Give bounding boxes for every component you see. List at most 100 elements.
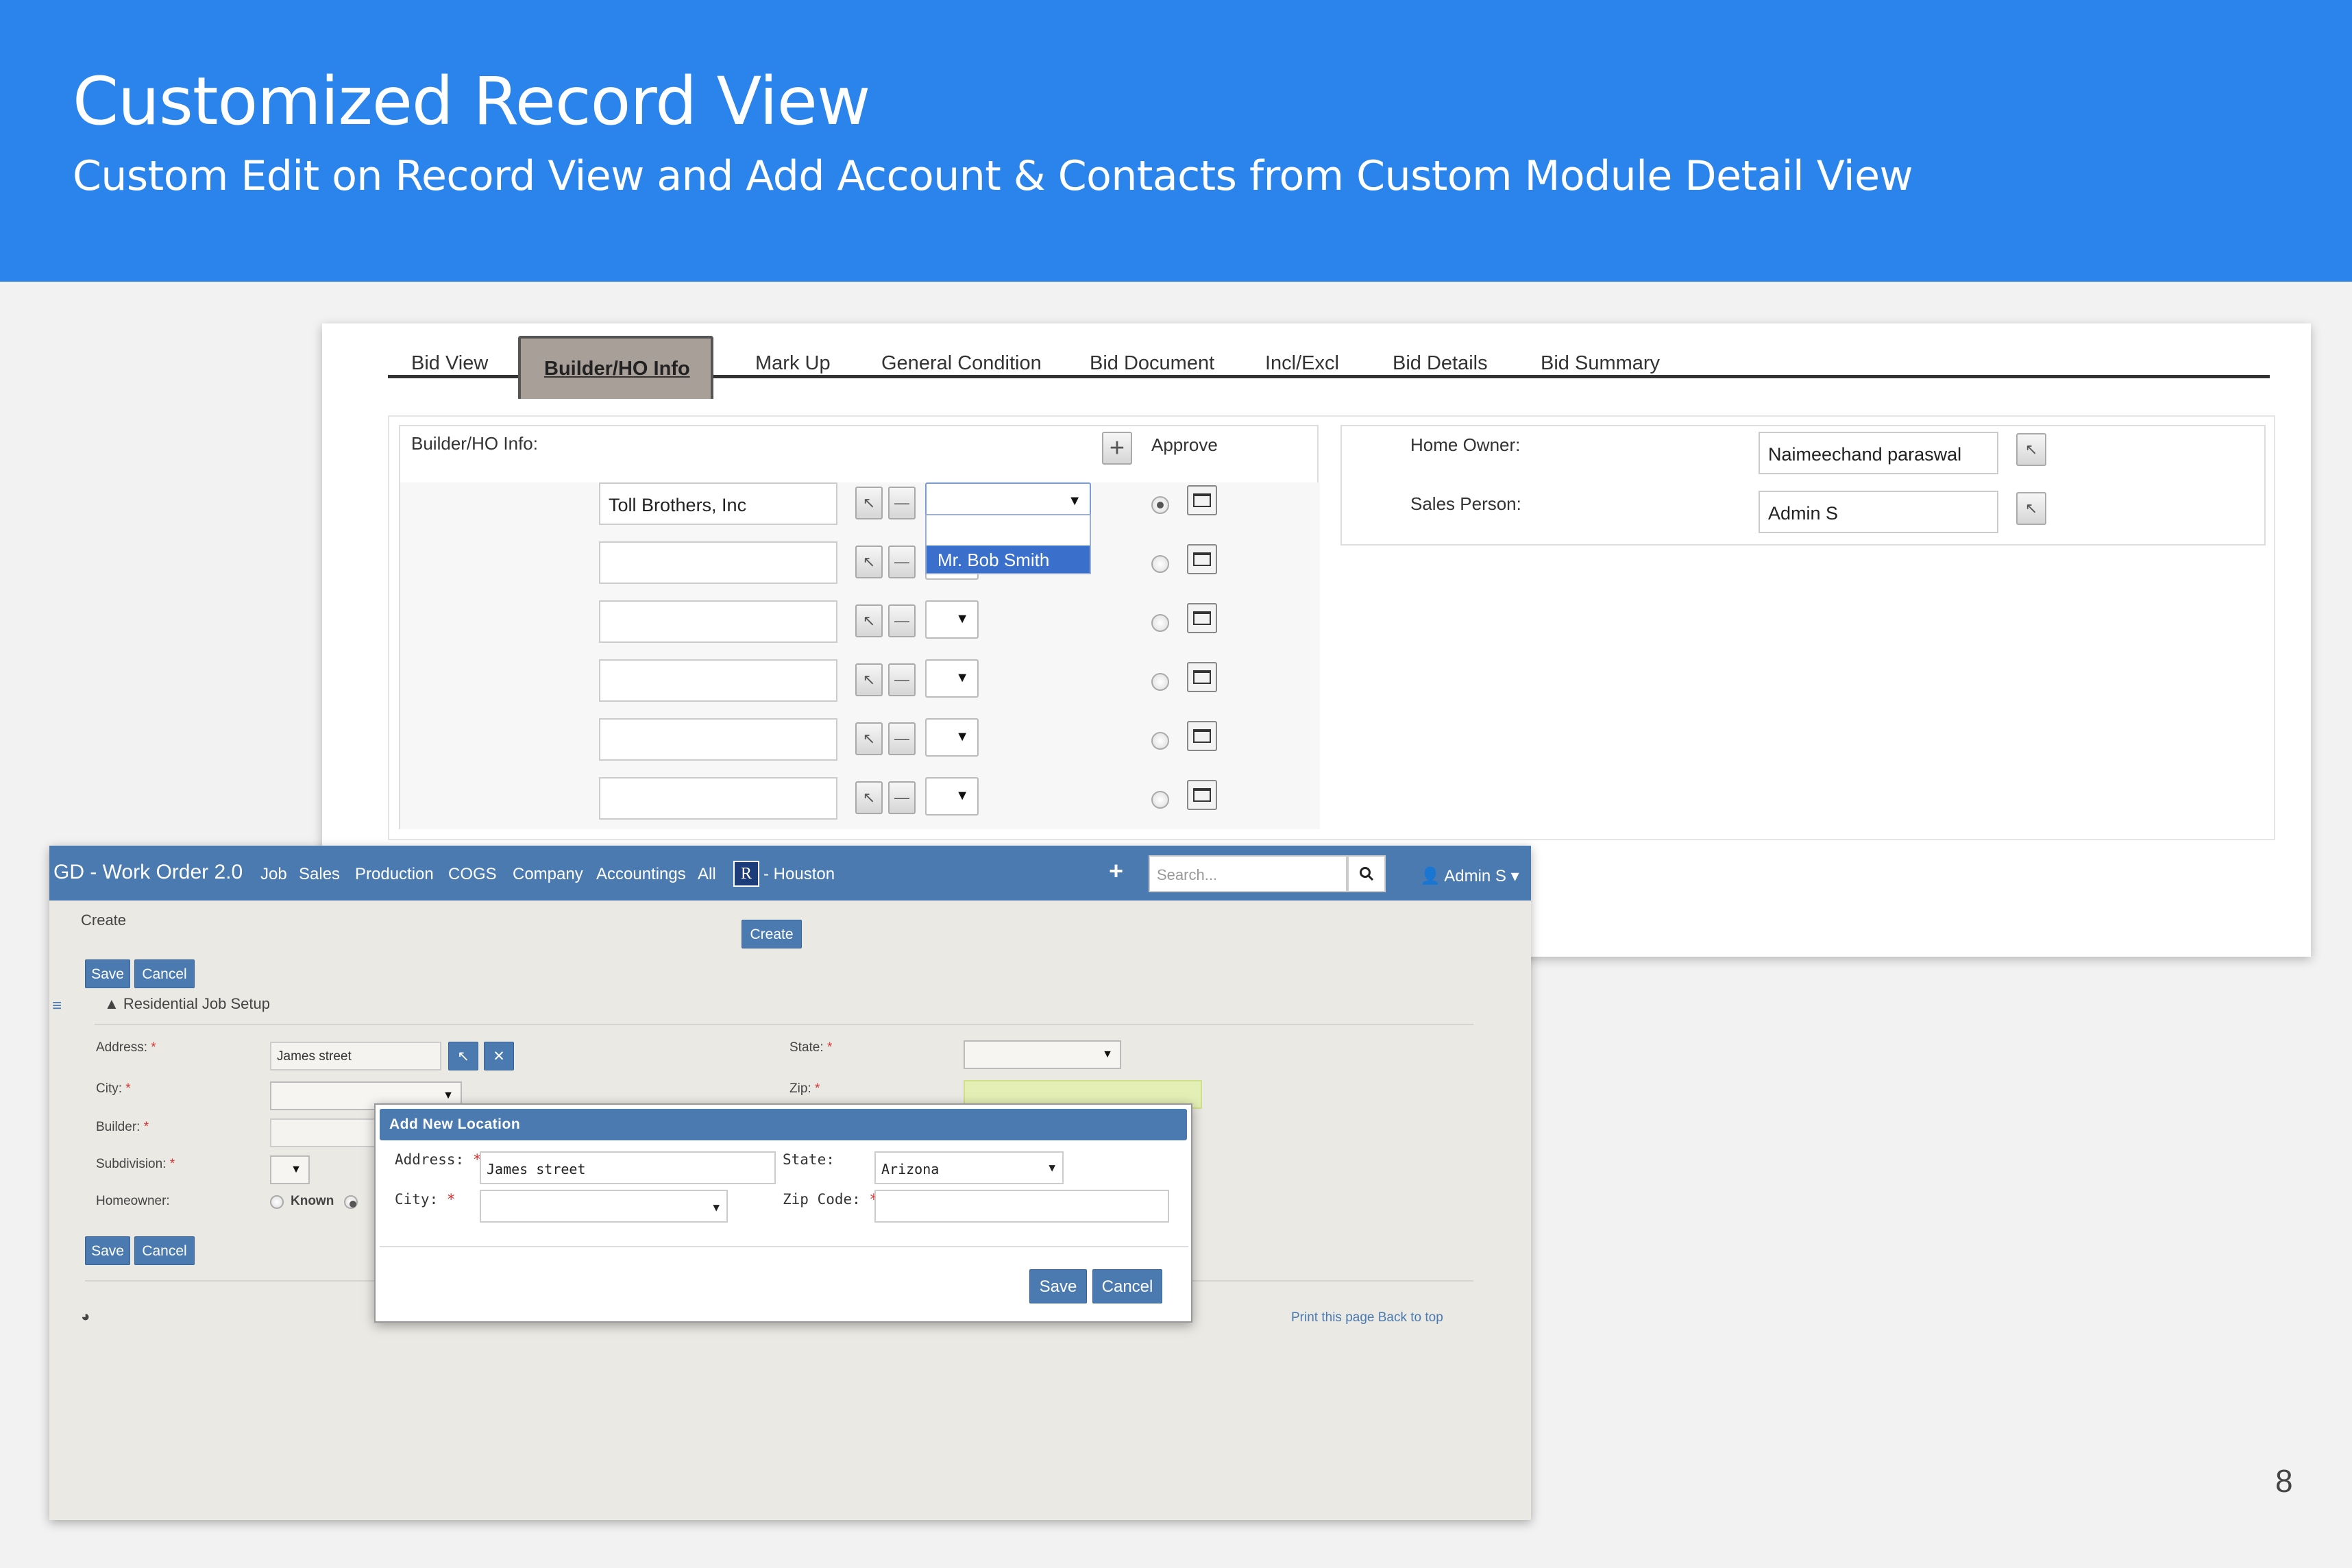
homeowner-label: Homeowner: — [96, 1194, 170, 1208]
modal-city-select[interactable]: ▼ — [480, 1190, 728, 1223]
builder-name-input[interactable] — [599, 541, 837, 584]
state-select[interactable]: ▼ — [964, 1040, 1121, 1069]
remove-builder-button[interactable]: — — [888, 663, 916, 696]
contact-option[interactable]: Mr. Bob Smith — [927, 546, 1090, 573]
folder-icon[interactable] — [1187, 485, 1217, 515]
modal-cancel-button[interactable]: Cancel — [1092, 1269, 1162, 1303]
subdivision-label: Subdivision: * — [96, 1157, 175, 1171]
clear-address-button[interactable]: ✕ — [484, 1042, 514, 1070]
cancel-button[interactable]: Cancel — [134, 959, 195, 988]
folder-icon[interactable] — [1187, 603, 1217, 633]
remove-builder-button[interactable]: — — [888, 722, 916, 755]
builder-name-input[interactable] — [599, 600, 837, 643]
subdivision-select[interactable]: ▼ — [270, 1155, 310, 1184]
remove-builder-button[interactable]: — — [888, 781, 916, 814]
nav-sales[interactable]: Sales — [299, 865, 340, 884]
approve-radio[interactable] — [1151, 791, 1169, 809]
cursor-icon: ↖ — [457, 1049, 469, 1064]
globe-icon[interactable]: ◕ — [81, 1308, 90, 1325]
builder-input[interactable] — [270, 1118, 380, 1147]
tab-bid-summary[interactable]: Bid Summary — [1541, 352, 1660, 375]
cursor-icon: ↖ — [862, 494, 876, 511]
nav-cogs[interactable]: COGS — [448, 865, 497, 884]
select-builder-button[interactable]: ↖ — [855, 663, 883, 696]
cancel-button-bottom[interactable]: Cancel — [134, 1236, 195, 1265]
select-builder-button[interactable]: ↖ — [855, 781, 883, 814]
save-button[interactable]: Save — [85, 959, 130, 988]
slide-title: Customized Record View — [73, 63, 870, 140]
location-badge: R — [733, 861, 759, 887]
remove-builder-button[interactable]: — — [888, 487, 916, 519]
select-builder-button[interactable]: ↖ — [855, 604, 883, 637]
folder-icon[interactable] — [1187, 721, 1217, 751]
city-label: City: * — [96, 1081, 131, 1096]
select-builder-button[interactable]: ↖ — [855, 487, 883, 519]
tab-mark-up[interactable]: Mark Up — [755, 352, 831, 375]
modal-save-button[interactable]: Save — [1029, 1269, 1087, 1303]
nav-job[interactable]: Job — [260, 865, 287, 884]
section-title[interactable]: ▲ Residential Job Setup — [104, 995, 270, 1013]
search-input[interactable]: Search... — [1149, 855, 1347, 892]
approve-radio[interactable] — [1151, 555, 1169, 573]
folder-icon[interactable] — [1187, 780, 1217, 810]
homeowner-known-radio[interactable] — [270, 1195, 284, 1209]
add-builder-button[interactable]: + — [1102, 432, 1132, 465]
nav-production[interactable]: Production — [355, 865, 434, 884]
footer-links[interactable]: Print this page Back to top — [1291, 1310, 1443, 1325]
select-home-owner-button[interactable]: ↖ — [2016, 433, 2046, 466]
select-builder-button[interactable]: ↖ — [855, 546, 883, 578]
modal-address-input[interactable]: James street — [480, 1151, 776, 1184]
address-input[interactable]: James street — [270, 1042, 441, 1070]
dropdown-arrow-icon: ▼ — [1049, 1161, 1055, 1174]
cursor-icon: ↖ — [862, 730, 876, 747]
create-button[interactable]: Create — [742, 920, 802, 948]
dropdown-arrow-icon: ▼ — [291, 1164, 302, 1175]
builder-name-input[interactable] — [599, 659, 837, 702]
remove-builder-button[interactable]: — — [888, 546, 916, 578]
approve-radio[interactable] — [1151, 673, 1169, 691]
nav-accountings[interactable]: Accountings — [596, 865, 686, 884]
folder-icon[interactable] — [1187, 662, 1217, 692]
tab-bid-view[interactable]: Bid View — [411, 352, 488, 375]
contact-select[interactable]: ▼ — [925, 659, 979, 698]
save-button-bottom[interactable]: Save — [85, 1236, 130, 1265]
sales-person-input[interactable]: Admin S — [1759, 491, 1998, 533]
nav-company[interactable]: Company — [513, 865, 583, 884]
home-owner-input[interactable]: Naimeechand paraswal — [1759, 432, 1998, 474]
minus-icon: — — [894, 730, 909, 747]
plus-icon[interactable]: + — [1109, 857, 1123, 885]
approve-radio[interactable] — [1151, 614, 1169, 632]
builder-name-input[interactable]: Toll Brothers, Inc — [599, 482, 837, 525]
select-address-button[interactable]: ↖ — [448, 1042, 478, 1070]
contact-select[interactable]: ▼ — [925, 777, 979, 816]
modal-state-label: State: — [783, 1151, 835, 1168]
user-menu[interactable]: 👤 Admin S ▾ — [1420, 866, 1519, 886]
tab-bid-details[interactable]: Bid Details — [1393, 352, 1488, 375]
cursor-icon: ↖ — [2024, 500, 2038, 517]
remove-builder-button[interactable]: — — [888, 604, 916, 637]
cursor-icon: ↖ — [862, 553, 876, 570]
contact-select[interactable]: ▼ — [925, 600, 979, 639]
tab-bid-document[interactable]: Bid Document — [1090, 352, 1214, 375]
select-sales-person-button[interactable]: ↖ — [2016, 492, 2046, 525]
search-button[interactable] — [1347, 855, 1386, 892]
tab-general-condition[interactable]: General Condition — [881, 352, 1042, 375]
builder-name-input[interactable] — [599, 777, 837, 820]
modal-zip-input[interactable] — [874, 1190, 1169, 1223]
contact-select[interactable]: ▼ — [925, 718, 979, 757]
tab-builder-ho-info[interactable]: Builder/HO Info — [518, 336, 713, 399]
menu-handle-icon[interactable]: ≡ — [52, 996, 62, 1016]
homeowner-other-radio[interactable] — [344, 1195, 358, 1209]
select-builder-button[interactable]: ↖ — [855, 722, 883, 755]
tab-incl-excl[interactable]: Incl/Excl — [1265, 352, 1339, 375]
modal-state-select[interactable]: Arizona ▼ — [874, 1151, 1064, 1184]
approve-radio[interactable] — [1151, 732, 1169, 750]
top-navbar: GD - Work Order 2.0 Job Sales Production… — [49, 846, 1531, 901]
app-brand[interactable]: GD - Work Order 2.0 — [53, 861, 243, 884]
cursor-icon: ↖ — [862, 789, 876, 806]
approve-radio[interactable] — [1151, 496, 1169, 514]
nav-all[interactable]: All — [698, 865, 716, 884]
folder-icon[interactable] — [1187, 544, 1217, 574]
builder-name-input[interactable] — [599, 718, 837, 761]
location-label[interactable]: - Houston — [763, 865, 835, 884]
